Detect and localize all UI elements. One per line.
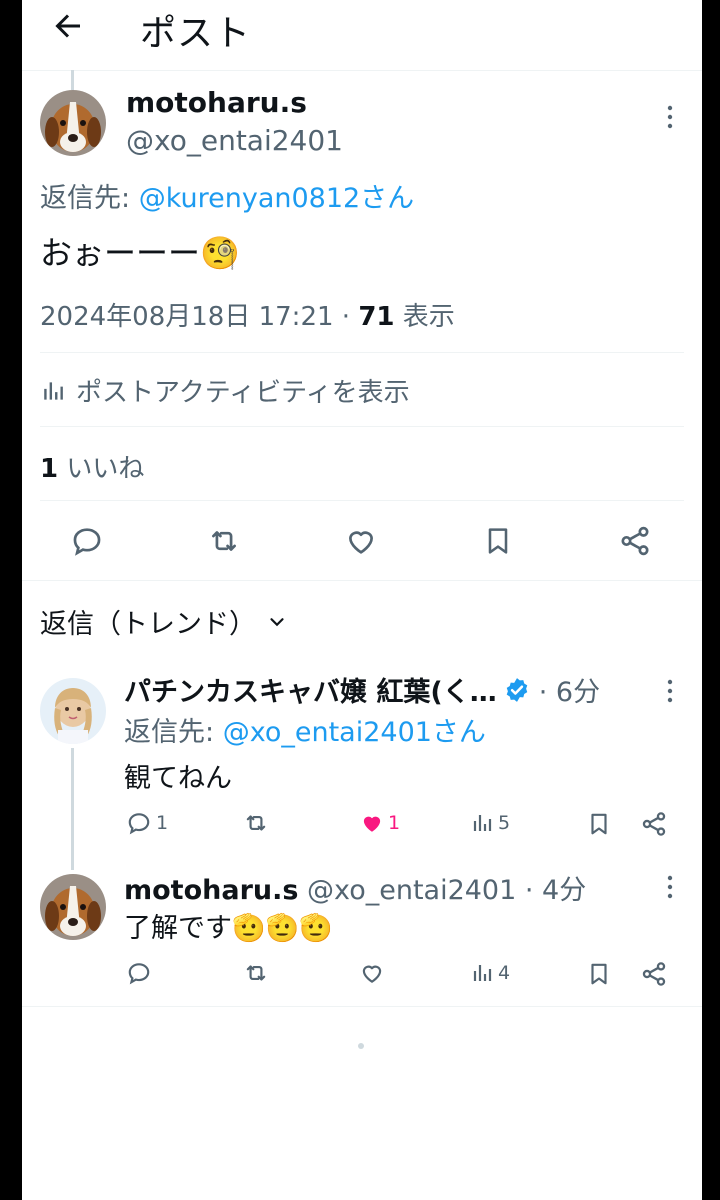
reply-to-handle[interactable]: @xo_entai2401さん xyxy=(223,717,486,748)
reply-icon[interactable] xyxy=(126,960,152,990)
post-meta: 2024年08月18日 17:21 · 71 表示 xyxy=(40,296,455,333)
display-name[interactable]: パチンカスキャバ嬢 紅葉(く… xyxy=(124,670,497,709)
page-title: ポスト xyxy=(140,13,252,54)
divider xyxy=(40,352,684,353)
reply-button[interactable]: 1 xyxy=(126,810,168,836)
post-text-body: 了解です xyxy=(124,913,232,944)
share-icon[interactable] xyxy=(640,810,668,842)
avatar[interactable] xyxy=(40,874,106,940)
like-icon[interactable] xyxy=(358,960,386,990)
more-options-icon[interactable] xyxy=(660,678,680,704)
analytics-icon xyxy=(473,815,492,831)
more-options-icon[interactable] xyxy=(660,874,680,900)
post-time[interactable]: · 4分 xyxy=(525,875,586,906)
header-divider xyxy=(22,70,702,71)
repost-icon[interactable] xyxy=(206,524,242,558)
reply-icon[interactable] xyxy=(70,524,104,558)
views-button[interactable]: 4 xyxy=(470,960,510,986)
more-options-icon[interactable] xyxy=(660,104,680,130)
post-text-body: おぉーーー xyxy=(40,234,201,272)
like-icon[interactable] xyxy=(344,524,378,558)
post-activity-label: ポストアクティビティを表示 xyxy=(76,378,410,408)
thread-line xyxy=(71,748,74,870)
chevron-down-icon xyxy=(270,617,284,626)
reply-count: 1 xyxy=(156,812,169,834)
display-name[interactable]: motoharu.s xyxy=(124,875,298,906)
likes-count: 1 xyxy=(40,454,59,484)
views-label: 表示 xyxy=(394,302,455,332)
like-count: 1 xyxy=(388,812,401,834)
repost-icon[interactable] xyxy=(242,810,270,840)
view-count: 5 xyxy=(498,812,511,834)
share-icon[interactable] xyxy=(640,960,668,992)
saluting-face-emoji: 🫡🫡🫡 xyxy=(232,913,333,944)
likes-summary[interactable]: 1 いいね xyxy=(40,448,144,485)
view-count: 4 xyxy=(498,962,511,984)
post-text: おぉーーー🧐 xyxy=(40,228,240,274)
likes-label: いいね xyxy=(58,454,145,484)
reply-to-prefix: 返信先: xyxy=(40,183,139,214)
post-activity-link[interactable]: ポストアクティビティを表示 xyxy=(40,372,410,409)
reply-to-line: 返信先: @kurenyan0812さん xyxy=(40,176,414,215)
divider xyxy=(40,500,684,501)
reply-header: motoharu.s @xo_entai2401 · 4分 xyxy=(124,868,586,907)
section-divider xyxy=(22,1006,702,1007)
reply-header: パチンカスキャバ嬢 紅葉(く… · 6分 xyxy=(124,670,600,709)
reply-icon xyxy=(128,813,150,835)
section-divider xyxy=(22,580,702,581)
timestamp[interactable]: 2024年08月18日 17:21 · xyxy=(40,302,358,332)
bookmark-icon[interactable] xyxy=(586,810,612,842)
like-button[interactable]: 1 xyxy=(358,810,400,836)
reply-to-line: 返信先: @xo_entai2401さん xyxy=(124,710,486,749)
replies-sort-dropdown[interactable]: 返信（トレンド） xyxy=(40,602,288,641)
views-count: 71 xyxy=(358,302,395,332)
heart-filled-icon xyxy=(363,816,381,832)
post-time[interactable]: · 6分 xyxy=(539,670,600,709)
avatar[interactable] xyxy=(40,90,106,156)
handle[interactable]: @xo_entai2401 xyxy=(126,124,343,157)
reply-to-prefix: 返信先: xyxy=(124,717,223,748)
repost-icon[interactable] xyxy=(242,960,270,990)
share-icon[interactable] xyxy=(618,524,652,558)
thread-line-top xyxy=(71,70,74,90)
reply-to-handle[interactable]: @kurenyan0812さん xyxy=(139,183,415,214)
divider xyxy=(40,426,684,427)
avatar[interactable] xyxy=(40,678,106,744)
replies-sort-label: 返信（トレンド） xyxy=(40,609,256,640)
handle[interactable]: @xo_entai2401 xyxy=(307,875,516,906)
display-name[interactable]: motoharu.s xyxy=(126,86,307,119)
views-button[interactable]: 5 xyxy=(470,810,510,836)
analytics-icon xyxy=(473,965,492,981)
bookmark-icon[interactable] xyxy=(482,524,514,558)
bookmark-icon[interactable] xyxy=(586,960,612,992)
monocle-face-emoji: 🧐 xyxy=(200,234,240,272)
back-arrow-icon[interactable] xyxy=(50,8,86,44)
post-text: 観てねん xyxy=(124,763,232,794)
loading-indicator xyxy=(358,1043,364,1049)
app-screen: ポスト motoharu.s @xo_entai2401 返信先: @kuren… xyxy=(22,0,702,1200)
post-text: 了解です🫡🫡🫡 xyxy=(124,906,333,945)
analytics-icon xyxy=(44,381,63,400)
verified-badge-icon xyxy=(506,677,528,702)
